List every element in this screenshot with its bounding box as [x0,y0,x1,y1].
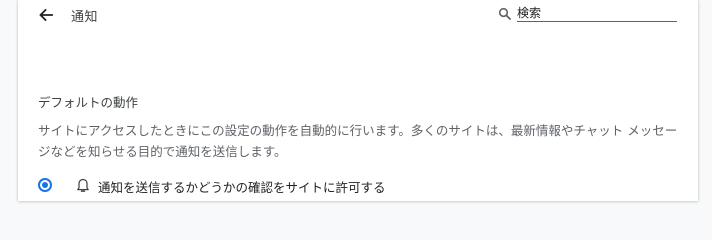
radio-selected-dot [42,182,48,188]
radio-option-ask[interactable]: 通知を送信するかどうかの確認をサイトに許可する [38,176,678,198]
search-icon [498,7,511,20]
arrow-left-icon [39,8,53,22]
section-description: サイトにアクセスしたときにこの設定の動作を自動的に行います。多くのサイトは、最新… [38,123,678,159]
bell-icon [77,178,89,192]
page-header: 通知 [18,0,698,30]
radio-button[interactable] [38,178,52,192]
section-heading: デフォルトの動作 [38,95,139,110]
page-title: 通知 [71,10,99,25]
search-box[interactable] [498,4,678,24]
settings-page: 通知 デフォルトの動作 サイトにアクセスしたときにこの設定の動作を自動的に行いま… [18,0,698,201]
search-input[interactable] [517,4,677,22]
radio-option-label: 通知を送信するかどうかの確認をサイトに許可する [98,180,386,195]
back-button[interactable] [36,5,56,25]
